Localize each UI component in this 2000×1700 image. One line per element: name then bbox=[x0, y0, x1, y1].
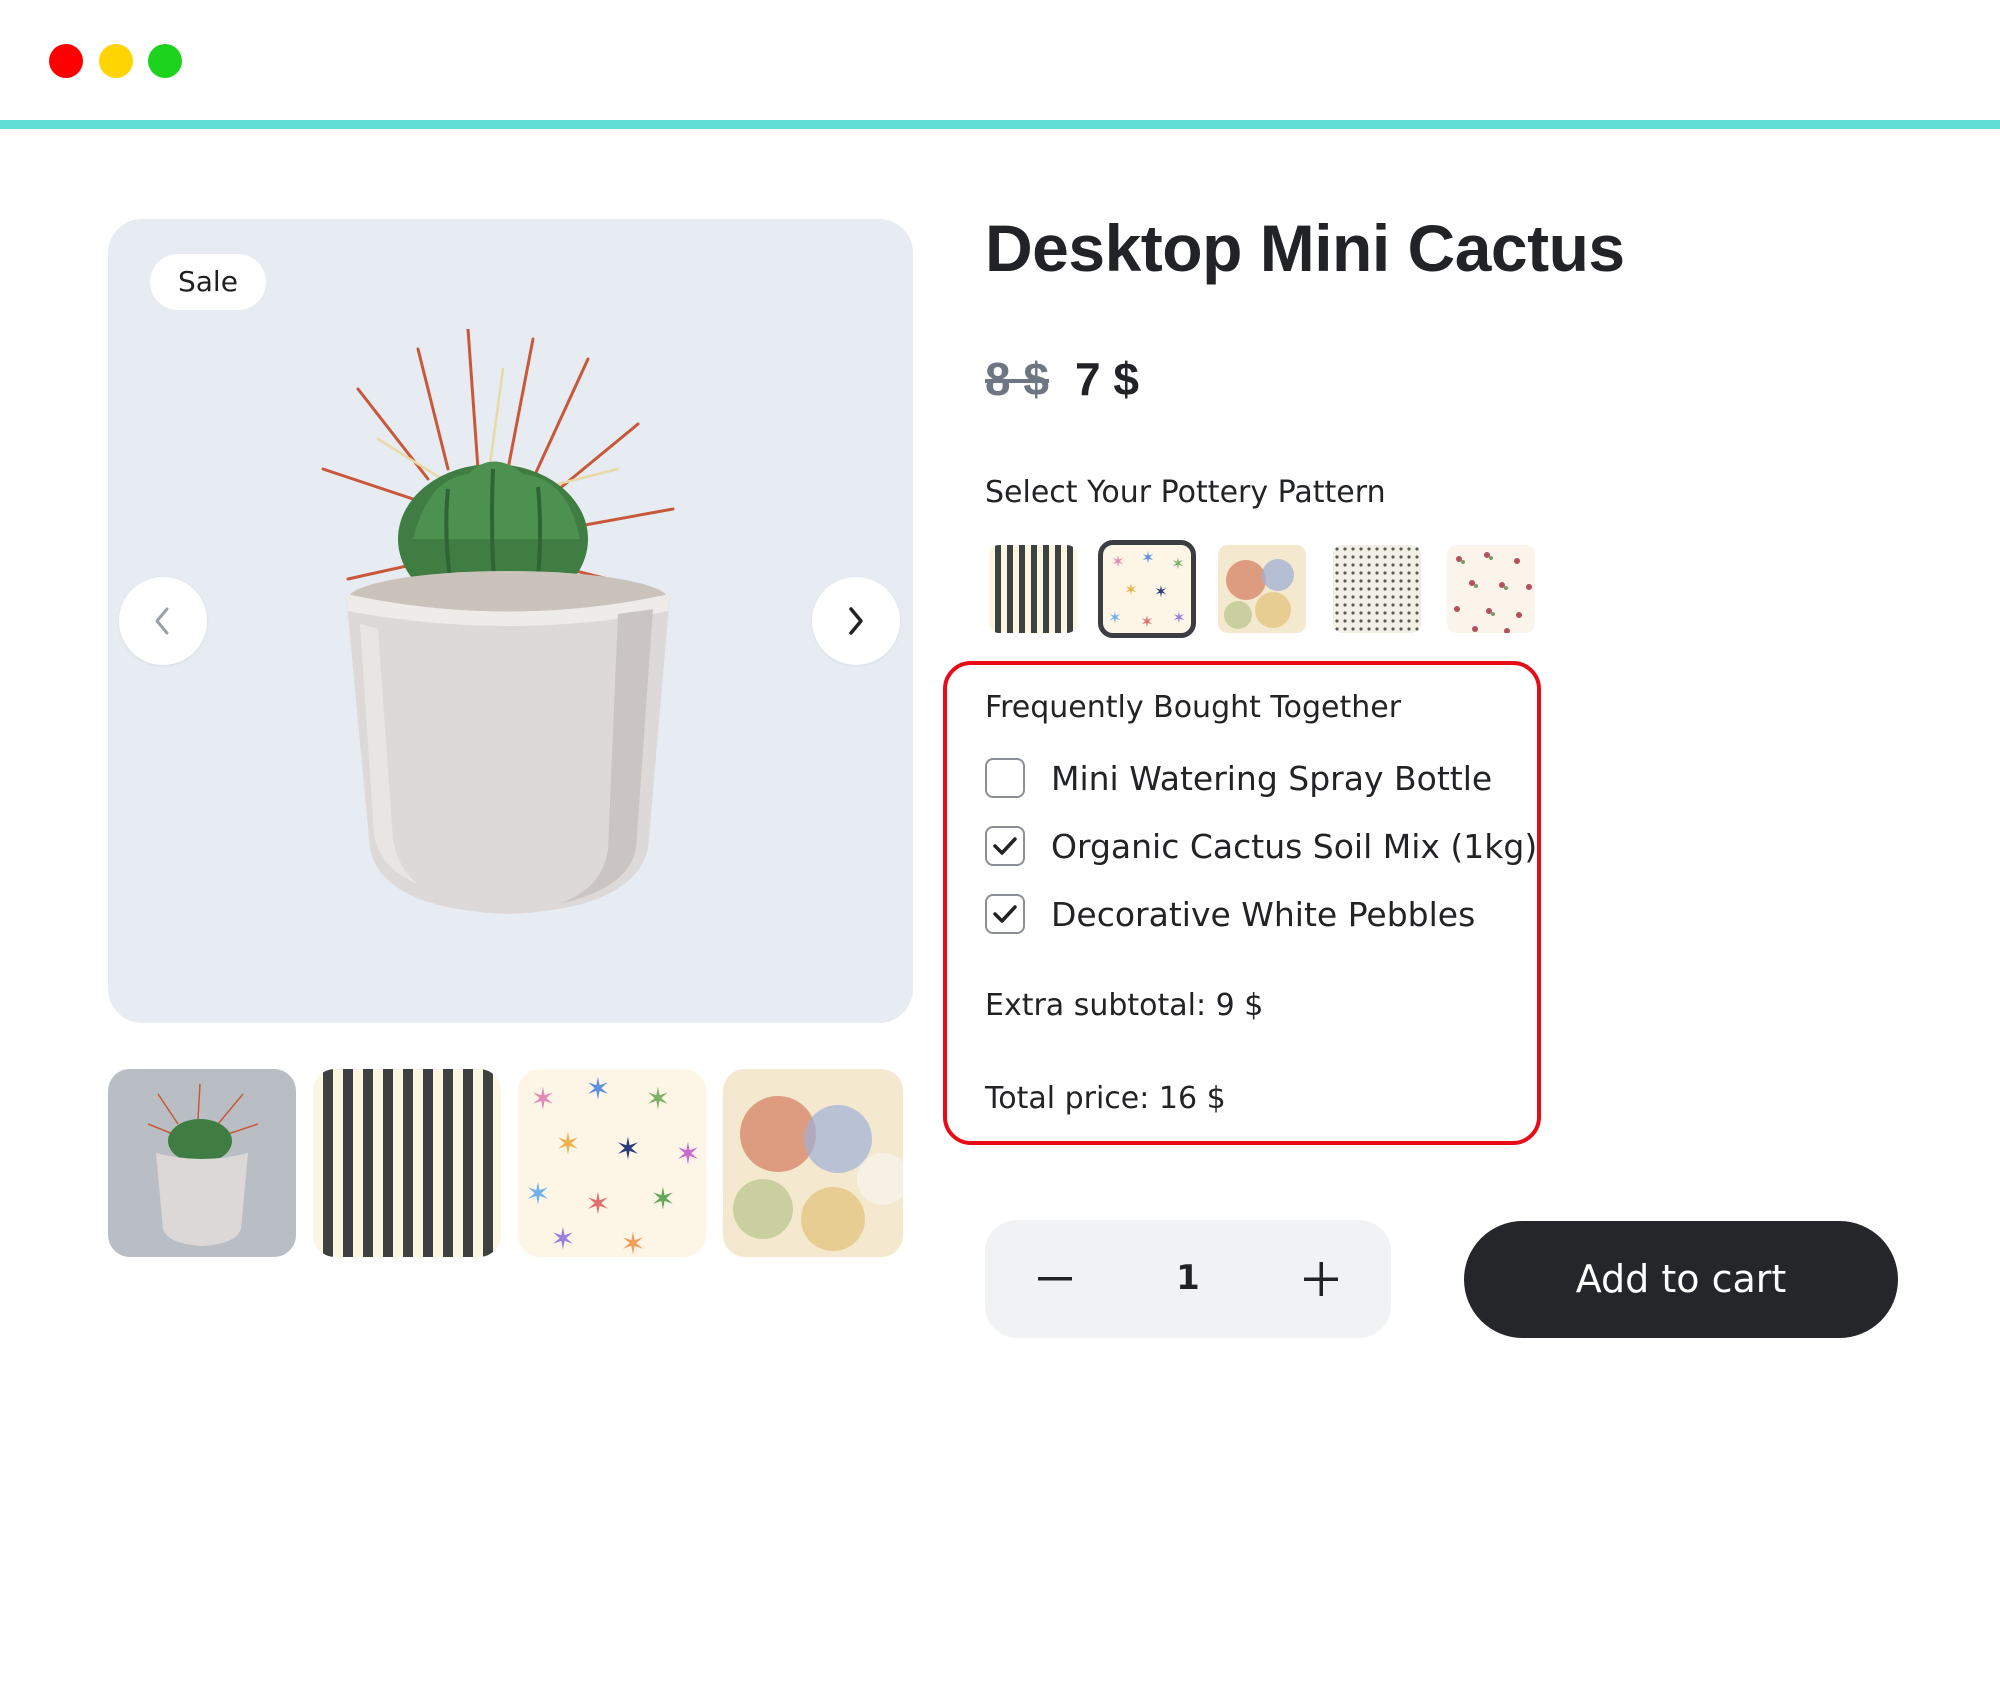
pattern-swatch-stripes[interactable] bbox=[989, 545, 1077, 633]
thumbnail-stripes[interactable] bbox=[313, 1069, 501, 1257]
fbt-checkbox-spray-bottle[interactable] bbox=[985, 758, 1025, 798]
svg-text:✶: ✶ bbox=[645, 1082, 670, 1117]
svg-text:✶: ✶ bbox=[615, 1132, 640, 1167]
gallery-next-button[interactable] bbox=[812, 577, 900, 665]
sale-price: 7 $ bbox=[1075, 353, 1139, 405]
thumbnail-cactus[interactable] bbox=[108, 1069, 296, 1257]
svg-text:✶: ✶ bbox=[1141, 548, 1154, 567]
thumbnail-cactus-image bbox=[147, 1083, 259, 1246]
fbt-item-pebbles[interactable]: Decorative White Pebbles bbox=[985, 892, 1475, 936]
svg-text:✶: ✶ bbox=[1108, 608, 1121, 627]
pattern-swatch-dots[interactable] bbox=[1333, 545, 1421, 633]
thumbnail-stars-image: ✶ ✶ ✶ ✶ ✶ ✶ ✶ ✶ ✶ ✶ ✶ bbox=[525, 1072, 700, 1257]
product-main-image: Sale bbox=[108, 219, 913, 1023]
total-price: Total price: 16 $ bbox=[985, 1081, 1226, 1116]
pattern-swatch-watercolor[interactable] bbox=[1218, 545, 1306, 633]
checkmark-icon bbox=[993, 837, 1017, 855]
pattern-label: Select Your Pottery Pattern bbox=[985, 475, 1386, 510]
svg-text:✶: ✶ bbox=[555, 1127, 580, 1162]
svg-text:✶: ✶ bbox=[1172, 608, 1185, 627]
chevron-left-icon bbox=[155, 607, 169, 635]
fbt-label: Decorative White Pebbles bbox=[1051, 894, 1476, 934]
svg-text:✶: ✶ bbox=[620, 1227, 645, 1257]
mini-floral-swatch-image bbox=[1454, 552, 1532, 633]
thumbnail-watercolor-image bbox=[733, 1096, 903, 1251]
stars-swatch-image: ✶ ✶ ✶ ✶ ✶ ✶ ✶ ✶ bbox=[1108, 548, 1185, 631]
fbt-title: Frequently Bought Together bbox=[985, 690, 1402, 725]
fbt-item-spray-bottle[interactable]: Mini Watering Spray Bottle bbox=[985, 756, 1492, 800]
cactus-pot-illustration bbox=[321, 329, 675, 914]
gallery-prev-button[interactable] bbox=[119, 577, 207, 665]
watercolor-swatch-image bbox=[1224, 559, 1294, 629]
fbt-checkbox-soil-mix[interactable] bbox=[985, 826, 1025, 866]
add-to-cart-button[interactable]: Add to cart bbox=[1464, 1221, 1898, 1338]
window-close-dot[interactable] bbox=[49, 44, 83, 78]
thumbnail-stars[interactable]: ✶ ✶ ✶ ✶ ✶ ✶ ✶ ✶ ✶ ✶ ✶ bbox=[518, 1069, 706, 1257]
extra-subtotal: Extra subtotal: 9 $ bbox=[985, 988, 1264, 1023]
fbt-label: Organic Cactus Soil Mix (1kg) bbox=[1051, 826, 1538, 866]
svg-text:✶: ✶ bbox=[1124, 580, 1137, 599]
svg-text:✶: ✶ bbox=[585, 1187, 610, 1222]
sale-badge: Sale bbox=[150, 254, 266, 310]
svg-text:✶: ✶ bbox=[1111, 552, 1124, 571]
product-title: Desktop Mini Cactus bbox=[985, 211, 1625, 285]
svg-text:✶: ✶ bbox=[1171, 554, 1184, 573]
pattern-swatch-stars[interactable]: ✶ ✶ ✶ ✶ ✶ ✶ ✶ ✶ bbox=[1098, 540, 1196, 638]
svg-text:✶: ✶ bbox=[650, 1182, 675, 1217]
thumbnail-watercolor[interactable] bbox=[723, 1069, 903, 1257]
chevron-right-icon bbox=[849, 607, 863, 635]
window-minimize-dot[interactable] bbox=[99, 44, 133, 78]
checkmark-icon bbox=[993, 905, 1017, 923]
fbt-label: Mini Watering Spray Bottle bbox=[1051, 758, 1493, 798]
plus-icon bbox=[1304, 1262, 1338, 1296]
original-price: 8 $ bbox=[985, 353, 1049, 405]
quantity-stepper: 1 bbox=[985, 1220, 1391, 1338]
svg-text:✶: ✶ bbox=[1154, 582, 1167, 601]
svg-text:✶: ✶ bbox=[675, 1137, 700, 1172]
svg-text:✶: ✶ bbox=[1140, 612, 1153, 631]
window-maximize-dot[interactable] bbox=[148, 44, 182, 78]
svg-text:✶: ✶ bbox=[550, 1222, 575, 1257]
quantity-increase-button[interactable] bbox=[1296, 1254, 1346, 1304]
svg-text:✶: ✶ bbox=[530, 1082, 555, 1117]
header-divider bbox=[0, 120, 2000, 129]
svg-text:✶: ✶ bbox=[525, 1177, 550, 1212]
svg-text:✶: ✶ bbox=[585, 1072, 610, 1107]
fbt-checkbox-pebbles[interactable] bbox=[985, 894, 1025, 934]
fbt-item-soil-mix[interactable]: Organic Cactus Soil Mix (1kg) bbox=[985, 824, 1537, 868]
pattern-swatch-mini-floral[interactable] bbox=[1447, 545, 1535, 633]
